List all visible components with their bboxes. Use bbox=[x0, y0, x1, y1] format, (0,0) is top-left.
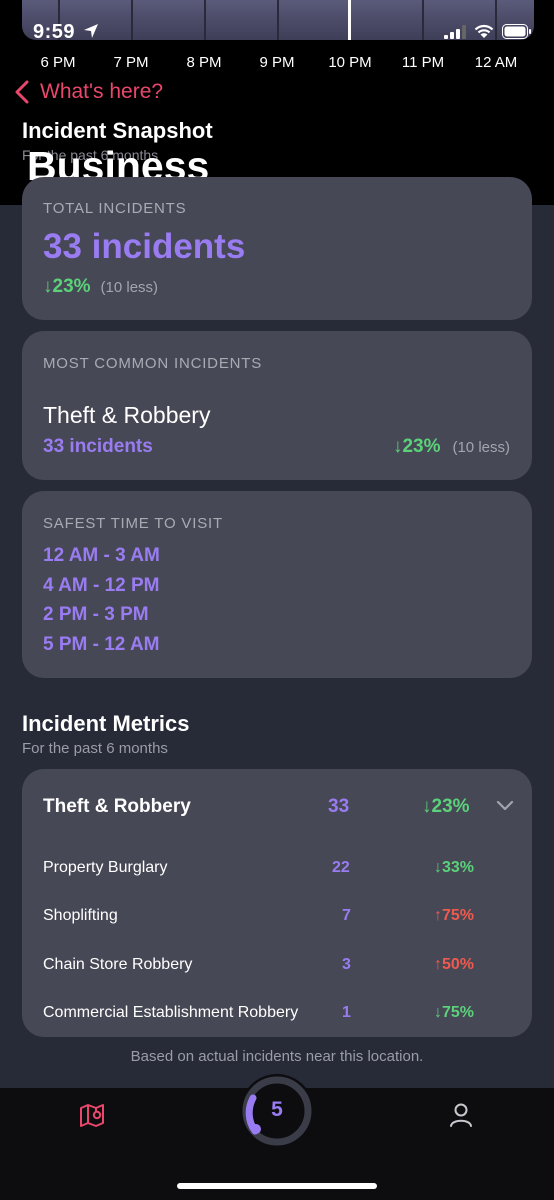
chevron-left-icon bbox=[15, 80, 29, 104]
most-common-category: Theft & Robbery bbox=[43, 402, 211, 428]
safety-score-button[interactable]: 5 bbox=[239, 1073, 315, 1149]
hour-label: 7 PM bbox=[113, 54, 149, 71]
metrics-title: Incident Metrics bbox=[22, 711, 190, 736]
battery-icon bbox=[502, 24, 531, 39]
total-change-note: (10 less) bbox=[100, 279, 159, 296]
metric-change: ↑50% bbox=[434, 956, 475, 973]
safest-time-card: SAFEST TIME TO VISIT 12 AM - 3 AM 4 AM -… bbox=[22, 491, 532, 678]
metrics-row: Property Burglary 22 ↓33% bbox=[22, 859, 532, 883]
person-icon[interactable] bbox=[449, 1102, 473, 1128]
snapshot-title: Incident Snapshot bbox=[22, 118, 213, 143]
map-pin-icon[interactable] bbox=[79, 1102, 105, 1128]
hour-label: 12 AM bbox=[474, 54, 518, 71]
wifi-icon bbox=[474, 24, 494, 38]
metric-name: Property Burglary bbox=[43, 859, 168, 876]
metrics-row: Shoplifting 7 ↑75% bbox=[22, 907, 532, 931]
total-incidents-label: TOTAL INCIDENTS bbox=[43, 200, 187, 217]
metrics-group-change: ↓23% bbox=[422, 796, 470, 817]
timeline-tick bbox=[277, 0, 279, 40]
metric-change: ↓33% bbox=[434, 859, 475, 876]
home-indicator bbox=[177, 1183, 377, 1189]
timeline-tick bbox=[131, 0, 133, 40]
metrics-group-count: 33 bbox=[328, 796, 350, 817]
metrics-subtitle: For the past 6 months bbox=[22, 740, 168, 757]
metrics-card: Theft & Robbery 33 ↓23% Property Burglar… bbox=[22, 769, 532, 1037]
hour-label: 9 PM bbox=[259, 54, 295, 71]
back-label: What's here? bbox=[40, 80, 164, 103]
metric-count: 22 bbox=[332, 859, 350, 876]
metrics-group-header[interactable]: Theft & Robbery 33 ↓23% bbox=[22, 789, 532, 825]
total-incidents-value: 33 incidents bbox=[43, 227, 246, 266]
safest-time-slot: 5 PM - 12 AM bbox=[43, 634, 160, 655]
safest-time-label: SAFEST TIME TO VISIT bbox=[43, 515, 223, 532]
timeline-tick bbox=[204, 0, 206, 40]
most-common-change-note: (10 less) bbox=[452, 439, 510, 456]
timeline-hour-labels: 6 PM 7 PM 8 PM 9 PM 10 PM 11 PM 12 AM bbox=[0, 54, 554, 74]
most-common-card: MOST COMMON INCIDENTS Theft & Robbery 33… bbox=[22, 331, 532, 480]
metrics-row: Chain Store Robbery 3 ↑50% bbox=[22, 956, 532, 980]
status-icons bbox=[444, 24, 532, 39]
safety-score-value: 5 bbox=[271, 1098, 283, 1121]
safest-time-slot: 12 AM - 3 AM bbox=[43, 545, 160, 566]
metric-change: ↑75% bbox=[434, 907, 475, 924]
back-button[interactable]: What's here? bbox=[14, 80, 163, 104]
hour-label: 10 PM bbox=[328, 54, 372, 71]
hour-label: 6 PM bbox=[40, 54, 76, 71]
metric-name: Chain Store Robbery bbox=[43, 956, 193, 973]
status-time: 9:59 bbox=[33, 21, 99, 44]
metric-name: Commercial Establishment Robbery bbox=[43, 1004, 299, 1021]
metrics-row: Commercial Establishment Robbery 1 ↓75% bbox=[22, 1004, 532, 1028]
most-common-count: 33 incidents bbox=[43, 436, 153, 457]
metric-count: 3 bbox=[342, 956, 351, 973]
location-arrow-icon bbox=[84, 24, 99, 38]
metric-name: Shoplifting bbox=[43, 907, 118, 924]
metrics-footnote: Based on actual incidents near this loca… bbox=[130, 1048, 424, 1065]
metric-count: 1 bbox=[342, 1004, 351, 1021]
metric-count: 7 bbox=[342, 907, 351, 924]
safest-time-slot: 4 AM - 12 PM bbox=[43, 575, 160, 596]
most-common-label: MOST COMMON INCIDENTS bbox=[43, 355, 263, 372]
safest-time-slot: 2 PM - 3 PM bbox=[43, 604, 149, 625]
timeline-current-marker bbox=[348, 0, 351, 40]
hour-label: 11 PM bbox=[401, 54, 445, 71]
timeline-tick bbox=[422, 0, 424, 40]
total-incidents-card: TOTAL INCIDENTS 33 incidents ↓23% (10 le… bbox=[22, 177, 532, 320]
metric-change: ↓75% bbox=[434, 1004, 475, 1021]
chevron-down-icon[interactable] bbox=[496, 800, 514, 812]
signal-icon bbox=[444, 24, 466, 39]
metrics-group-name: Theft & Robbery bbox=[43, 796, 191, 817]
most-common-change: ↓23% bbox=[392, 436, 441, 457]
hour-label: 8 PM bbox=[186, 54, 222, 71]
total-change: ↓23% bbox=[43, 276, 91, 297]
